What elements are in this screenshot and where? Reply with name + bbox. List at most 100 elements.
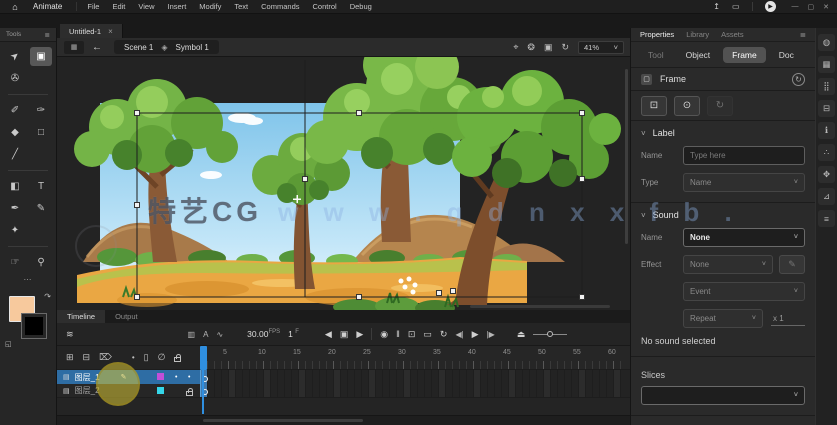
new-folder-icon[interactable]: ⊟	[83, 352, 91, 363]
hide-column-icon[interactable]: ∅	[158, 352, 166, 363]
menu-debug[interactable]: Debug	[350, 2, 372, 11]
workspace-icon[interactable]: ▭	[732, 2, 740, 11]
selection-tool[interactable]: ➤	[4, 47, 26, 66]
menu-insert[interactable]: Insert	[168, 2, 187, 11]
menu-modify[interactable]: Modify	[199, 2, 221, 11]
keyboard-shortcuts-icon[interactable]: ▦	[818, 56, 835, 73]
insert-keyframe-button[interactable]: ⊡	[641, 95, 667, 116]
cc-libraries-icon[interactable]: ◍	[818, 34, 835, 51]
menu-edit[interactable]: Edit	[112, 2, 125, 11]
back-button[interactable]: ←	[92, 42, 102, 53]
swap-colors-icon[interactable]: ↷	[44, 292, 51, 301]
default-colors-icon[interactable]: ◱	[5, 340, 12, 348]
subtab-tool[interactable]: Tool	[639, 47, 673, 63]
rotate-stage-icon[interactable]: ↻	[561, 42, 569, 53]
layer-row-1[interactable]: ▤ 图层_1 ✎ • •	[57, 370, 200, 384]
more-tools-icon[interactable]: ⋯	[2, 275, 54, 284]
graph-editor-icon[interactable]: ∿	[216, 330, 223, 339]
line-tool[interactable]: ╱	[4, 145, 26, 164]
frames-view-icon[interactable]: ▥	[188, 330, 196, 339]
stroke-color-swatch[interactable]	[22, 314, 46, 338]
timeline-zoom-slider[interactable]	[533, 331, 568, 337]
layer-2-color-swatch[interactable]	[157, 387, 164, 394]
reset-zoom-icon[interactable]: ⏏	[517, 329, 526, 340]
panel-menu-icon[interactable]: ≣	[800, 30, 806, 39]
play-icon[interactable]: ▶	[472, 329, 479, 340]
history-icon[interactable]: ⊿	[818, 188, 835, 205]
sound-name-dropdown[interactable]: None ˅	[683, 228, 805, 247]
tab-timeline[interactable]: Timeline	[57, 310, 106, 323]
new-layer-icon[interactable]: ⊞	[66, 352, 74, 363]
layer-1-lock-toggle[interactable]: •	[188, 374, 190, 381]
layer-2-lock-icon[interactable]	[186, 388, 193, 396]
step-back-icon[interactable]: ◀|	[455, 330, 463, 339]
edit-multiple-frames-icon[interactable]: ⊡	[408, 329, 416, 340]
onion-skin-button[interactable]: ⊙	[674, 95, 700, 116]
edit-sound-envelope-button[interactable]: ✎	[779, 255, 805, 274]
tools-panel-menu-icon[interactable]: ≣	[45, 31, 50, 39]
minimize-button[interactable]: —	[792, 3, 799, 11]
zoom-level-dropdown[interactable]: 41% ˅	[578, 40, 624, 54]
layers-stack-icon[interactable]: ≋	[66, 329, 74, 340]
vertical-scrollbar[interactable]	[625, 69, 628, 244]
lasso-tool[interactable]: ✇	[4, 69, 26, 88]
paint-bucket-tool[interactable]: ◧	[4, 177, 26, 196]
onion-skin-icon[interactable]: ◉	[380, 329, 388, 340]
text-tool[interactable]: T	[30, 177, 52, 196]
menu-view[interactable]: View	[138, 2, 154, 11]
clip-content-icon[interactable]: ▣	[544, 42, 553, 53]
home-icon[interactable]: ⌂	[7, 1, 23, 12]
tab-library[interactable]: Library	[686, 30, 709, 39]
timeline-scrollbar[interactable]	[203, 419, 363, 422]
swatches-icon[interactable]: ⣿	[818, 78, 835, 95]
fluid-brush-tool[interactable]: ✐	[4, 101, 26, 120]
sound-sync-dropdown[interactable]: Event ˅	[683, 282, 805, 301]
asset-warp-tool[interactable]: ✦	[4, 221, 26, 240]
outline-column-icon[interactable]: ▯	[144, 352, 149, 363]
help-icon[interactable]: ↻	[792, 72, 805, 86]
stage-canvas[interactable]	[57, 57, 630, 310]
document-tab[interactable]: Untitled-1 ×	[60, 24, 123, 38]
menu-commands[interactable]: Commands	[261, 2, 299, 11]
share-icon[interactable]: ↥	[713, 2, 720, 11]
label-name-input[interactable]	[683, 146, 805, 165]
pen-tool[interactable]: ✎	[30, 199, 52, 218]
highlight-column-icon[interactable]: •	[132, 353, 135, 362]
layer-1-frames[interactable]	[200, 370, 630, 384]
notes-icon[interactable]: ≡	[818, 210, 835, 227]
frame-ruler[interactable]: 5 10 15 20 25 30 35 40 45 50 55 60	[200, 346, 630, 370]
scene-menu-button[interactable]: ▦	[64, 40, 84, 54]
edit-symbols-icon[interactable]: ❂	[527, 42, 535, 53]
loop-icon[interactable]: ↻	[440, 329, 448, 340]
menu-text[interactable]: Text	[234, 2, 248, 11]
frame-picker-icon[interactable]: ▭	[423, 329, 432, 340]
layer-row-2[interactable]: ▤ 图层_2	[57, 384, 200, 398]
rectangle-tool[interactable]: □	[30, 123, 52, 142]
ink-bottle-tool[interactable]: ✒	[4, 199, 26, 218]
maximize-button[interactable]: ▢	[808, 3, 815, 11]
menu-control[interactable]: Control	[313, 2, 337, 11]
delete-layer-icon[interactable]: ⌦	[99, 352, 112, 363]
horizontal-scrollbar[interactable]	[470, 305, 610, 308]
subtab-object[interactable]: Object	[677, 47, 720, 63]
tab-close-icon[interactable]: ×	[108, 27, 113, 36]
test-movie-button[interactable]: ▶	[764, 1, 776, 12]
layer-2-name[interactable]: 图层_2	[75, 385, 119, 396]
tab-properties[interactable]: Properties	[640, 30, 674, 39]
chevron-down-icon[interactable]: ˅	[641, 129, 646, 138]
align-icon[interactable]: ⊟	[818, 100, 835, 117]
breadcrumb-symbol[interactable]: Symbol 1	[176, 43, 209, 52]
next-keyframe-icon[interactable]: ▶	[356, 329, 363, 340]
hand-tool[interactable]: ☞	[4, 253, 26, 272]
center-frame-icon[interactable]: ▣	[340, 329, 349, 340]
label-type-dropdown[interactable]: Name ˅	[683, 173, 805, 192]
layer-1-color-swatch[interactable]	[157, 373, 164, 380]
sound-effect-dropdown[interactable]: None ˅	[683, 255, 773, 274]
tab-assets[interactable]: Assets	[721, 30, 744, 39]
brush-library-icon[interactable]: ∴	[818, 144, 835, 161]
layer-1-name[interactable]: 图层_1	[75, 372, 119, 383]
chevron-down-icon[interactable]: ˅	[641, 211, 646, 220]
slices-dropdown[interactable]: ˅	[641, 386, 805, 405]
onion-skin-outlines-icon[interactable]: ‖	[396, 329, 400, 339]
subtab-frame[interactable]: Frame	[723, 46, 766, 63]
